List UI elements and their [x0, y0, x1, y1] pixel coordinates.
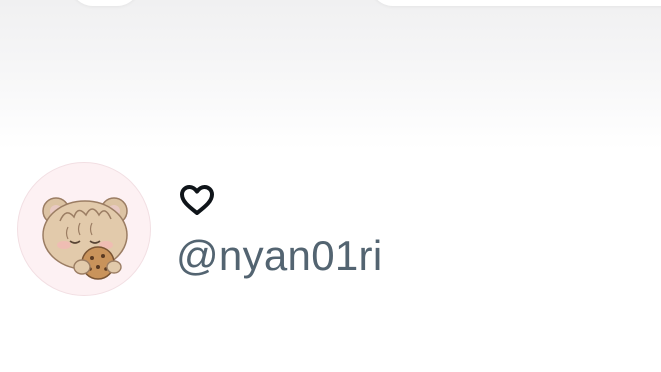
profile-card: @nyan01ri — [0, 0, 661, 372]
heart-outline-icon — [178, 182, 216, 218]
top-right-shape — [370, 0, 661, 6]
bear-avatar-icon — [42, 197, 128, 280]
profile-handle[interactable]: @nyan01ri — [176, 230, 382, 282]
avatar[interactable] — [17, 162, 151, 296]
header-background — [0, 0, 661, 150]
